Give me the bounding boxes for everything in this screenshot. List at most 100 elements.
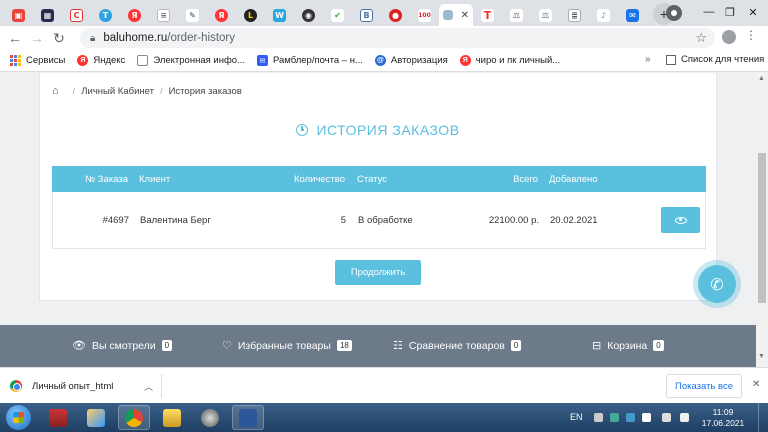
tab-19[interactable]: ⚖ — [531, 4, 560, 26]
bookmark-yandex[interactable]: Я Яндекс — [77, 55, 125, 66]
tab-5[interactable]: Я — [120, 4, 149, 26]
chrome-icon — [125, 408, 143, 427]
back-button[interactable]: ← — [4, 30, 26, 46]
scales-icon: ⚖ — [510, 8, 523, 22]
footer-cart[interactable]: ⊟ Корзина 0 — [592, 339, 664, 352]
lock-icon[interactable]: 🔒︎ — [90, 33, 95, 44]
reading-list-button[interactable]: Список для чтения — [666, 54, 764, 65]
bookmark-rambler-mail[interactable]: ✉ Рамблер/почта – н... — [256, 55, 363, 66]
tab-7[interactable]: ✎ — [178, 4, 207, 26]
breadcrumb-account[interactable]: Личный Кабинет — [81, 86, 154, 97]
tab-21[interactable]: ♪ — [589, 4, 618, 26]
ln-icon: L — [244, 8, 257, 22]
taskbar-app-chrome[interactable] — [118, 405, 150, 430]
show-all-downloads-button[interactable]: Показать все — [666, 374, 742, 398]
bookmark-authorization[interactable]: @ Авторизация — [374, 55, 448, 66]
taskbar-app-paint[interactable] — [80, 405, 112, 430]
show-desktop-button[interactable] — [758, 403, 768, 432]
bookmark-chiro[interactable]: Я чиро и пк личный... — [459, 55, 560, 66]
close-icon[interactable]: ✕ — [461, 10, 469, 21]
profile-avatar[interactable] — [722, 30, 736, 44]
scroll-down-icon[interactable]: ▼ — [758, 353, 765, 360]
start-button[interactable] — [6, 405, 31, 430]
tab-22[interactable]: ✉ — [618, 4, 647, 26]
home-icon[interactable]: ⌂ — [52, 85, 59, 97]
tab-12[interactable]: ✔ — [323, 4, 352, 26]
cell-order-number: #4697 — [102, 214, 129, 226]
cell-quantity: 5 — [340, 214, 346, 226]
forward-button[interactable]: → — [26, 30, 48, 46]
network-icon[interactable] — [662, 413, 671, 422]
close-icon[interactable]: ✕ — [752, 379, 760, 390]
tab-6[interactable]: ≡ — [149, 4, 178, 26]
scroll-up-icon[interactable]: ▲ — [758, 75, 765, 82]
bookmark-electronic-info[interactable]: Электронная инфо... — [137, 55, 245, 66]
callback-widget[interactable]: ✆ — [693, 260, 741, 308]
footer-viewed[interactable]: 👁︎ Вы смотрели 0 — [72, 339, 173, 352]
scroll-thumb[interactable] — [758, 153, 766, 303]
footer-viewed-count: 0 — [161, 340, 173, 351]
bookmarks-more-button[interactable]: » — [645, 54, 651, 65]
language-indicator[interactable]: EN — [570, 412, 583, 422]
header-quantity: Количество — [293, 173, 345, 185]
eye-icon: 👁︎ — [72, 339, 86, 352]
download-filename: Личный опыт_html — [32, 380, 114, 392]
footer-cart-count: 0 — [653, 340, 664, 351]
tab-1[interactable]: ▣ — [4, 4, 33, 26]
mail-icon: ✉ — [256, 55, 268, 66]
footer-favorites[interactable]: ♡ Избранные товары 18 — [222, 339, 352, 352]
tab-3[interactable]: C — [62, 4, 91, 26]
tab-18[interactable]: ⚖ — [502, 4, 531, 26]
tray-icon[interactable] — [626, 413, 635, 422]
film-reel-icon — [201, 408, 219, 427]
url-path: /order-history — [167, 32, 236, 44]
footer-compare[interactable]: ☷ Сравнение товаров 0 — [393, 339, 522, 352]
volume-icon[interactable] — [680, 413, 689, 422]
tab-active[interactable]: ✕ — [439, 4, 473, 26]
close-window-button[interactable]: ✕ — [738, 0, 768, 24]
tray-icon[interactable] — [610, 413, 619, 422]
breadcrumb-separator: / — [159, 85, 163, 97]
footer-viewed-label: Вы смотрели — [91, 339, 156, 352]
menu-icon[interactable]: ⋮ — [745, 28, 757, 42]
tab-11[interactable]: ◉ — [294, 4, 323, 26]
bookmark-services[interactable]: Сервисы — [10, 55, 65, 66]
table-header: № Заказа Клиент Количество Статус Всего … — [52, 166, 706, 192]
continue-button[interactable]: Продолжить — [335, 260, 421, 285]
address-bar[interactable]: 🔒︎ baluhome.ru /order-history ☆ — [80, 28, 715, 48]
tab-9[interactable]: L — [236, 4, 265, 26]
tray-icon[interactable] — [594, 413, 603, 422]
palette-icon — [87, 408, 105, 427]
taskbar-app-media[interactable] — [194, 405, 226, 430]
header-order-number: № Заказа — [84, 173, 128, 185]
tab-15[interactable]: 100 — [410, 4, 439, 26]
vk-icon: B — [360, 8, 373, 22]
taskbar-app-1[interactable] — [42, 405, 74, 430]
taskbar-app-explorer[interactable] — [156, 405, 188, 430]
view-order-button[interactable] — [661, 207, 700, 233]
page-scrollbar[interactable]: ▲ ▼ — [756, 73, 768, 367]
download-item[interactable]: Личный опыт_html ︿ — [10, 374, 162, 398]
cell-total: 22100.00 р. — [488, 214, 539, 226]
reload-button[interactable]: ↻ — [48, 30, 70, 47]
tab-10[interactable]: W — [265, 4, 294, 26]
tab-20[interactable]: ≣ — [560, 4, 589, 26]
star-icon[interactable]: ☆ — [695, 30, 707, 46]
tab-13[interactable]: B — [352, 4, 381, 26]
tab-strip: ▣ ▦ C T Я ≡ ✎ Я L W ◉ ✔ B ● 100 ✕ T ⚖ ⚖ … — [0, 0, 768, 26]
tab-8[interactable]: Я — [207, 4, 236, 26]
system-clock[interactable]: 11:09 17.06.2021 — [698, 407, 748, 429]
media-indicator-icon[interactable] — [666, 5, 682, 21]
footer-favorites-label: Избранные товары — [237, 339, 331, 352]
tab-14[interactable]: ● — [381, 4, 410, 26]
header-added: Добавлено — [549, 173, 598, 185]
taskbar-app-word[interactable] — [232, 405, 264, 430]
tab-17[interactable]: T — [473, 4, 502, 26]
tab-4[interactable]: T — [91, 4, 120, 26]
flag-icon[interactable] — [642, 413, 651, 422]
chevron-up-icon[interactable]: ︿ — [144, 380, 153, 393]
page-title-text: ИСТОРИЯ ЗАКАЗОВ — [316, 122, 460, 138]
login-icon: @ — [374, 55, 386, 66]
tab-2[interactable]: ▦ — [33, 4, 62, 26]
scales-icon: ⚖ — [539, 8, 552, 22]
